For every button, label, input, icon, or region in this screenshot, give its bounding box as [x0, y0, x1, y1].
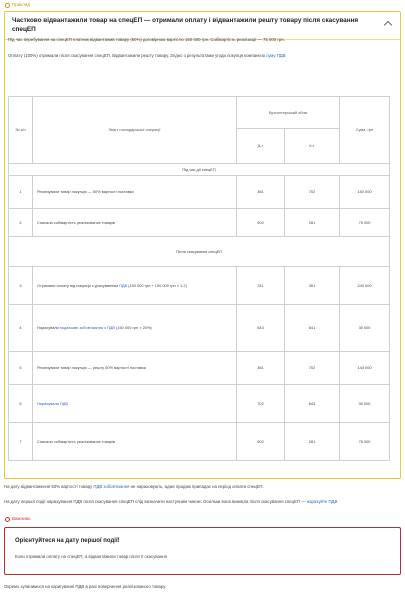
- important-box: Орієнтуйтеся на дату першої події! Коли …: [4, 527, 401, 575]
- header-num: № з/п: [8, 96, 33, 164]
- row-debit: 311: [236, 266, 285, 305]
- row-num: 5: [8, 351, 33, 385]
- row-operation: Реалізували товар покупцю — 50% вартості…: [32, 175, 237, 209]
- row-num: 3: [8, 266, 33, 305]
- row-num: 7: [8, 422, 33, 461]
- row-operation: Отримали оплату від покупця з урахування…: [32, 266, 237, 305]
- important-text: Коли отримали оплату на спецЕП, а відван…: [15, 554, 167, 559]
- row-operation: Реалізували товар покупцю — решту 50% ва…: [32, 351, 237, 385]
- row-operation: Нарахували податкове зобов'язання з ПДВ …: [32, 304, 237, 352]
- row-sum: 150 000: [339, 175, 391, 209]
- section-during-special-regime: Під час дії спецЕП: [7, 163, 391, 176]
- row-num: 1: [8, 175, 33, 209]
- intro-text: Оплату (100%) отримали після скасування …: [8, 53, 267, 58]
- row-debit: 902: [236, 208, 285, 237]
- after-text: На дату відвантаження 50% вартості товар…: [4, 484, 94, 489]
- row-sum: 75 000: [339, 208, 391, 237]
- row-operation-text: (150 000 грн + 150 000 грн × 1,2): [127, 282, 187, 288]
- after-paragraph-2: На дату першої події нарахування ПДВ піс…: [4, 499, 401, 505]
- section-after-special-regime: Після скасування спецЕП: [7, 236, 391, 267]
- row-sum: 75 000: [339, 422, 391, 461]
- vat-amount-link[interactable]: суму ПДВ: [266, 53, 285, 58]
- example-tag: Приклад: [5, 2, 30, 8]
- important-title: Орієнтуйтеся на дату першої події!: [15, 538, 120, 544]
- operations-table: № з/п Зміст господарської операції Бухга…: [7, 96, 391, 461]
- header-debit: Д-т: [236, 128, 285, 164]
- row-operation: Нарахували ПДВ: [32, 384, 237, 423]
- table-row: 4 Нарахували податкове зобов'язання з ПД…: [8, 304, 391, 352]
- table-row: 2 Списали собівартість реалізованих това…: [8, 208, 391, 237]
- chevron-up-icon[interactable]: [383, 20, 393, 30]
- footer-paragraph: Окремо зупинимося на коригуванні ПДВ в р…: [4, 584, 167, 589]
- header-credit: К-т: [283, 128, 341, 164]
- row-num: 4: [8, 304, 33, 352]
- row-sum: 30 000: [339, 384, 391, 423]
- example-header[interactable]: Частково відвантажили товар на спецЕП — …: [5, 12, 400, 40]
- example-label: Приклад: [12, 2, 31, 7]
- row-credit: 361: [283, 266, 341, 305]
- row-sum: 30 000: [339, 304, 391, 352]
- table-row: 3 Отримали оплату від покупця з урахуван…: [8, 266, 391, 305]
- header-accounting: Бухгалтерський облік: [235, 96, 341, 129]
- accrue-vat-link-2[interactable]: нарахуйте ПДВ: [307, 499, 338, 504]
- row-num: 6: [8, 384, 33, 423]
- table-row: 5 Реалізували товар покупцю — решту 50% …: [8, 351, 391, 385]
- row-debit: 902: [236, 422, 285, 461]
- after-paragraph-1: На дату відвантаження 50% вартості товар…: [4, 484, 401, 490]
- header-operation: Зміст господарської операції: [32, 96, 237, 164]
- row-credit: 281: [283, 422, 341, 461]
- table-row: 7 Списали собівартість реалізованих това…: [8, 422, 391, 461]
- alert-icon: [5, 516, 10, 522]
- row-sum: 240 000: [339, 266, 391, 305]
- table-row: 6 Нарахували ПДВ 702 643 30 000: [8, 384, 391, 423]
- row-debit: 702: [236, 384, 285, 423]
- row-credit: 643: [283, 384, 341, 423]
- row-operation: Списали собівартість реалізованих товарі…: [32, 422, 237, 461]
- vat-link[interactable]: ПДВ: [119, 283, 127, 288]
- row-debit: 643: [236, 304, 285, 352]
- row-operation-text: Отримали оплату від покупця з урахування…: [37, 282, 120, 288]
- tax-liability-link[interactable]: податкове зобов'язання з ПДВ: [60, 325, 115, 330]
- example-title: Частково відвантажили товар на спецЕП — …: [12, 17, 359, 33]
- important-label: Важливо: [12, 516, 31, 521]
- row-operation-text: (150 000 грн × 20%): [114, 325, 152, 330]
- info-icon: [5, 2, 10, 8]
- intro-paragraph-2: Оплату (100%) отримали після скасування …: [8, 52, 390, 59]
- accrue-vat-link[interactable]: Нарахували ПДВ: [37, 401, 68, 406]
- intro-paragraph-1: Під час перебування на спецЕП платник ві…: [8, 37, 285, 42]
- row-debit: 361: [236, 175, 285, 209]
- header-sum: Сума, грн: [339, 96, 391, 164]
- after-text: не нараховують, адже продаж припадає на …: [129, 484, 264, 489]
- row-credit: 281: [283, 208, 341, 237]
- row-credit: 702: [283, 351, 341, 385]
- vat-liability-link[interactable]: ПДВ зобов'язання: [93, 484, 129, 489]
- row-credit: 641: [283, 304, 341, 352]
- row-debit: 361: [236, 351, 285, 385]
- row-operation: Списали собівартість реалізованих товарі…: [32, 208, 237, 237]
- table-row: 1 Реалізували товар покупцю — 50% вартос…: [8, 175, 391, 209]
- row-sum: 144 000: [339, 351, 391, 385]
- row-credit: 702: [283, 175, 341, 209]
- after-text: На дату першої події нарахування ПДВ піс…: [4, 499, 307, 504]
- row-operation-text: Нарахували: [37, 325, 60, 330]
- important-tag: Важливо: [5, 516, 31, 522]
- row-num: 2: [8, 208, 33, 237]
